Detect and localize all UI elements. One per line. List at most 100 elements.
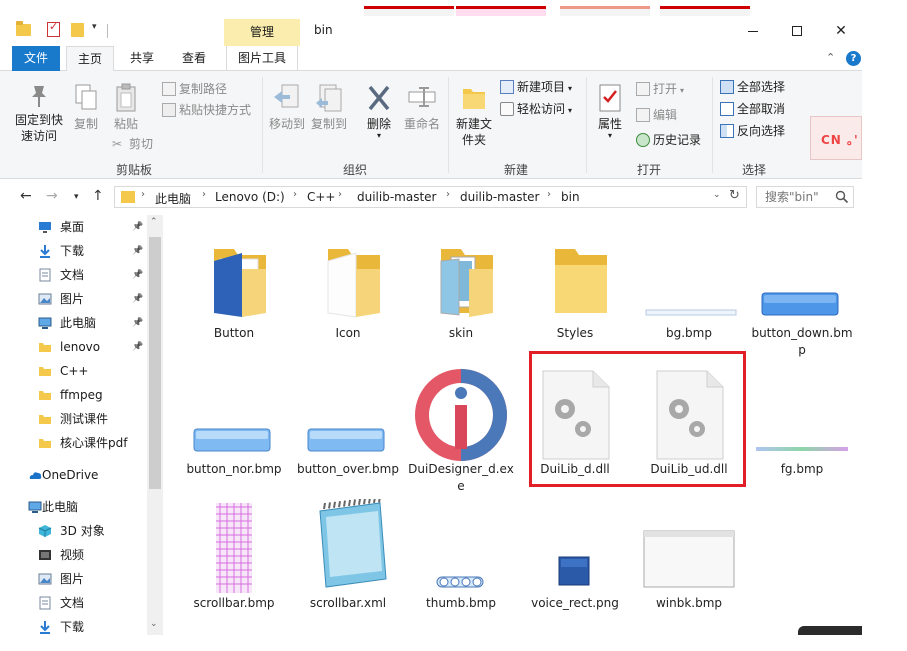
file-item[interactable]: Button bbox=[179, 229, 289, 342]
file-item[interactable]: DuiLib_ud.dll bbox=[634, 365, 744, 478]
scroll-up-icon[interactable]: ⌃ bbox=[150, 217, 158, 227]
file-item[interactable]: Icon bbox=[293, 229, 403, 342]
folder-icon bbox=[16, 21, 31, 36]
nav-item[interactable]: ffmpeg bbox=[0, 383, 147, 407]
close-button[interactable]: ✕ bbox=[830, 20, 852, 42]
file-item[interactable]: scrollbar.bmp bbox=[179, 499, 289, 612]
pin-icon[interactable]: 📌 bbox=[132, 239, 143, 263]
file-item[interactable]: button_down.bmp bbox=[747, 229, 857, 359]
easy-access-button[interactable]: 轻松访问 ▾ bbox=[500, 99, 572, 119]
file-item[interactable]: skin bbox=[406, 229, 516, 342]
help-icon[interactable]: ? bbox=[846, 51, 861, 66]
breadcrumb-drive[interactable]: Lenovo (D:) bbox=[215, 190, 285, 204]
maximize-button[interactable] bbox=[786, 20, 808, 42]
nav-item[interactable]: 下载 📌 bbox=[0, 239, 147, 263]
nav-item[interactable]: 视频 bbox=[0, 543, 147, 567]
collapse-ribbon-icon[interactable]: ⌃ bbox=[826, 51, 835, 64]
file-item[interactable]: thumb.bmp bbox=[406, 499, 516, 612]
copy-to-button[interactable]: 复制到 bbox=[310, 83, 348, 132]
nav-item[interactable]: 桌面 📌 bbox=[0, 215, 147, 239]
invert-selection-button[interactable]: 反向选择 bbox=[720, 121, 785, 141]
back-button[interactable]: ← bbox=[20, 188, 32, 204]
tab-picture-tools[interactable]: 图片工具 bbox=[226, 46, 298, 71]
rename-label: 重命名 bbox=[403, 117, 440, 131]
tab-file[interactable]: 文件 bbox=[12, 46, 60, 71]
nav-item[interactable]: lenovo 📌 bbox=[0, 335, 147, 359]
select-none-button[interactable]: 全部取消 bbox=[720, 99, 785, 119]
breadcrumb-bin[interactable]: bin bbox=[561, 190, 580, 204]
tab-share[interactable]: 共享 bbox=[118, 46, 166, 71]
file-item[interactable]: button_over.bmp bbox=[293, 365, 403, 478]
file-item[interactable]: Styles bbox=[520, 229, 630, 342]
file-item[interactable]: bg.bmp bbox=[634, 229, 744, 342]
address-bar[interactable]: › 此电脑 › Lenovo (D:) › C++ › duilib-maste… bbox=[114, 186, 747, 208]
nav-item[interactable]: 核心课件pdf bbox=[0, 431, 147, 455]
recent-locations-icon[interactable]: ▾ bbox=[74, 192, 79, 202]
pin-icon[interactable]: 📌 bbox=[132, 263, 143, 287]
pin-icon[interactable]: 📌 bbox=[132, 311, 143, 335]
nav-item[interactable]: OneDrive bbox=[0, 463, 147, 487]
cut-button[interactable]: ✂ 剪切 bbox=[112, 134, 153, 154]
breadcrumb-cpp[interactable]: C++ bbox=[307, 190, 336, 204]
new-folder-button[interactable]: 新建文件夹 bbox=[454, 83, 494, 148]
file-item[interactable]: button_nor.bmp bbox=[179, 365, 289, 478]
minimize-button[interactable] bbox=[742, 20, 764, 42]
nav-item[interactable]: 3D 对象 bbox=[0, 519, 147, 543]
new-folder-icon[interactable] bbox=[71, 23, 84, 37]
pin-icon[interactable]: 📌 bbox=[132, 215, 143, 239]
new-item-button[interactable]: 新建项目 ▾ bbox=[500, 77, 572, 97]
nav-item[interactable]: 文档 📌 bbox=[0, 263, 147, 287]
nav-item[interactable]: 图片 bbox=[0, 567, 147, 591]
file-item[interactable]: DuiLib_d.dll bbox=[520, 365, 630, 478]
nav-item[interactable]: 此电脑 bbox=[0, 495, 147, 519]
delete-button[interactable]: 删除 ▾ bbox=[362, 83, 396, 140]
tab-home[interactable]: 主页 bbox=[66, 46, 114, 72]
invert-selection-icon bbox=[720, 123, 734, 138]
file-item[interactable]: voice_rect.png bbox=[520, 499, 630, 612]
up-button[interactable]: ↑ bbox=[92, 188, 104, 204]
nav-item[interactable]: C++ bbox=[0, 359, 147, 383]
paste-label: 粘贴 bbox=[113, 117, 138, 131]
file-item[interactable]: scrollbar.xml bbox=[293, 496, 403, 612]
properties-button[interactable]: 属性 ▾ bbox=[592, 83, 628, 140]
pin-quick-access-button[interactable]: 固定到快速访问 bbox=[10, 83, 68, 144]
breadcrumb-this-pc[interactable]: 此电脑 bbox=[155, 190, 191, 207]
nav-item-label: lenovo bbox=[60, 340, 101, 354]
nav-item[interactable]: 文档 bbox=[0, 591, 147, 615]
breadcrumb-duilib-master-inner[interactable]: duilib-master bbox=[460, 190, 540, 204]
edit-button[interactable]: 编辑 bbox=[636, 105, 677, 125]
context-tab-manage[interactable]: 管理 bbox=[224, 19, 300, 46]
properties-dropdown-icon[interactable]: ▾ bbox=[592, 132, 628, 140]
nav-item[interactable]: 图片 📌 bbox=[0, 287, 147, 311]
pin-icon[interactable]: 📌 bbox=[132, 335, 143, 359]
tab-view[interactable]: 查看 bbox=[170, 46, 218, 71]
address-row: ← → ▾ ↑ › 此电脑 › Lenovo (D:) › C++ › duil… bbox=[0, 179, 862, 215]
history-button[interactable]: 历史记录 bbox=[636, 130, 701, 150]
paste-button[interactable]: 粘贴 bbox=[110, 83, 142, 132]
paste-shortcut-button[interactable]: 粘贴快捷方式 bbox=[162, 100, 251, 120]
nav-item[interactable]: 测试课件 bbox=[0, 407, 147, 431]
file-item[interactable]: DuiDesigner_d.exe bbox=[406, 365, 516, 495]
refresh-icon[interactable]: ↻ bbox=[729, 188, 740, 203]
select-all-button[interactable]: 全部选择 bbox=[720, 77, 785, 97]
copy-path-button[interactable]: 复制路径 bbox=[162, 79, 227, 99]
breadcrumb-duilib-master[interactable]: duilib-master bbox=[357, 190, 437, 204]
file-item[interactable]: winbk.bmp bbox=[634, 499, 744, 612]
nav-item[interactable]: 此电脑 📌 bbox=[0, 311, 147, 335]
nav-item[interactable]: 下载 bbox=[0, 615, 147, 635]
nav-item-label: 此电脑 bbox=[42, 500, 79, 514]
nav-scrollbar-thumb[interactable] bbox=[149, 237, 161, 489]
open-button[interactable]: 打开 ▾ bbox=[636, 79, 684, 99]
file-item[interactable]: fg.bmp bbox=[747, 365, 857, 478]
pin-icon[interactable]: 📌 bbox=[132, 287, 143, 311]
properties-check-icon[interactable] bbox=[47, 20, 60, 37]
rename-button[interactable]: 重命名 bbox=[402, 83, 442, 132]
move-to-button[interactable]: 移动到 bbox=[268, 83, 306, 132]
copy-button[interactable]: 复制 bbox=[70, 83, 102, 132]
forward-button[interactable]: → bbox=[46, 188, 58, 204]
address-dropdown-icon[interactable]: ⌄ bbox=[713, 190, 721, 200]
quick-access-dropdown-icon[interactable]: ▾ bbox=[92, 22, 97, 32]
search-icon[interactable] bbox=[835, 190, 849, 204]
delete-dropdown-icon[interactable]: ▾ bbox=[362, 132, 396, 140]
scroll-down-icon[interactable]: ⌄ bbox=[150, 619, 158, 629]
